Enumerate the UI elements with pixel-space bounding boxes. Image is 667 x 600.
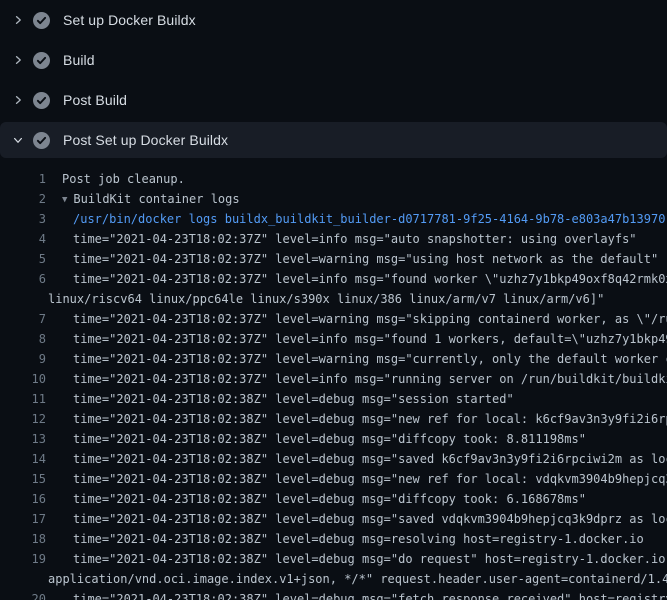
line-number[interactable]: 12 xyxy=(0,409,46,429)
log-row: 20 time="2021-04-23T18:02:38Z" level=debu… xyxy=(0,589,667,600)
log-row: 12 time="2021-04-23T18:02:38Z" level=debu… xyxy=(0,409,667,429)
log-command-text: /usr/bin/docker logs buildx_buildkit_bui… xyxy=(73,209,665,229)
log-line-text: time="2021-04-23T18:02:38Z" level=debug … xyxy=(73,509,667,529)
line-number[interactable]: 16 xyxy=(0,489,46,509)
log-line-text: time="2021-04-23T18:02:37Z" level=warnin… xyxy=(73,349,667,369)
log-row: 18 time="2021-04-23T18:02:38Z" level=debu… xyxy=(0,529,667,549)
line-number[interactable]: 20 xyxy=(0,589,46,600)
line-number[interactable]: 5 xyxy=(0,249,46,269)
log-row: 1 Post job cleanup. xyxy=(0,169,667,189)
line-number[interactable]: 8 xyxy=(0,329,46,349)
log-row: 10 time="2021-04-23T18:02:37Z" level=info… xyxy=(0,369,667,389)
log-line-text: time="2021-04-23T18:02:37Z" level=warnin… xyxy=(73,309,667,329)
log-row: application/vnd.oci.image.index.v1+json,… xyxy=(0,569,667,589)
log-row: 3/usr/bin/docker logs buildx_buildkit_bu… xyxy=(0,209,667,229)
line-number[interactable]: 17 xyxy=(0,509,46,529)
line-number[interactable]: 13 xyxy=(0,429,46,449)
line-number[interactable]: 4 xyxy=(0,229,46,249)
step-label: Set up Docker Buildx xyxy=(63,12,196,28)
step-label: Post Build xyxy=(63,92,127,108)
chevron-right-icon xyxy=(10,12,26,28)
log-row: 17 time="2021-04-23T18:02:38Z" level=debu… xyxy=(0,509,667,529)
log-row: 16 time="2021-04-23T18:02:38Z" level=debu… xyxy=(0,489,667,509)
log-line-text: time="2021-04-23T18:02:38Z" level=debug … xyxy=(73,429,586,449)
step-list: Set up Docker Buildx Build Post Build xyxy=(0,0,667,158)
line-number[interactable]: 10 xyxy=(0,369,46,389)
log-line-text: time="2021-04-23T18:02:38Z" level=debug … xyxy=(73,389,514,409)
line-number[interactable]: 19 xyxy=(0,549,46,569)
log-row: linux/riscv64 linux/ppc64le linux/s390x … xyxy=(0,289,667,309)
log-line-text: time="2021-04-23T18:02:37Z" level=info m… xyxy=(73,329,667,349)
log-line-text: time="2021-04-23T18:02:38Z" level=debug … xyxy=(73,489,586,509)
log-row: 14 time="2021-04-23T18:02:38Z" level=debu… xyxy=(0,449,667,469)
line-number[interactable]: 6 xyxy=(0,269,46,289)
log-line-text: linux/riscv64 linux/ppc64le linux/s390x … xyxy=(48,289,604,309)
log-line-text[interactable]: ▼ BuildKit container logs xyxy=(62,189,240,209)
line-number[interactable]: 9 xyxy=(0,349,46,369)
line-number[interactable]: 18 xyxy=(0,529,46,549)
line-number xyxy=(0,289,46,309)
log-row: 6 time="2021-04-23T18:02:37Z" level=info … xyxy=(0,269,667,289)
log-row: 7 time="2021-04-23T18:02:37Z" level=warni… xyxy=(0,309,667,329)
line-number[interactable]: 15 xyxy=(0,469,46,489)
log-row: 13 time="2021-04-23T18:02:38Z" level=debu… xyxy=(0,429,667,449)
log-line-text: Post job cleanup. xyxy=(62,169,185,189)
log-line-text: time="2021-04-23T18:02:38Z" level=debug … xyxy=(73,409,667,429)
log-output: 1 Post job cleanup. 2 ▼ BuildKit container l… xyxy=(0,158,667,600)
log-line-text: time="2021-04-23T18:02:38Z" level=debug … xyxy=(73,549,667,569)
log-row: 4 time="2021-04-23T18:02:37Z" level=info … xyxy=(0,229,667,249)
log-row: 8 time="2021-04-23T18:02:37Z" level=info … xyxy=(0,329,667,349)
log-row: 15 time="2021-04-23T18:02:38Z" level=debu… xyxy=(0,469,667,489)
log-row: 19 time="2021-04-23T18:02:38Z" level=debu… xyxy=(0,549,667,569)
line-number[interactable]: 14 xyxy=(0,449,46,469)
line-number[interactable]: 11 xyxy=(0,389,46,409)
log-line-text: application/vnd.oci.image.index.v1+json,… xyxy=(48,569,667,589)
success-check-icon xyxy=(33,92,50,109)
chevron-down-icon xyxy=(10,132,26,148)
actions-log-viewer: Set up Docker Buildx Build Post Build xyxy=(0,0,667,600)
group-title[interactable]: BuildKit container logs xyxy=(73,192,239,206)
log-line-text: time="2021-04-23T18:02:38Z" level=debug … xyxy=(73,529,644,549)
log-line-text: time="2021-04-23T18:02:37Z" level=warnin… xyxy=(73,249,658,269)
log-line-text: time="2021-04-23T18:02:37Z" level=info m… xyxy=(73,229,637,249)
log-line-text: time="2021-04-23T18:02:38Z" level=debug … xyxy=(73,449,667,469)
chevron-right-icon xyxy=(10,52,26,68)
step-row-build[interactable]: Build xyxy=(0,40,667,80)
line-number[interactable]: 7 xyxy=(0,309,46,329)
log-row: 2 ▼ BuildKit container logs xyxy=(0,189,667,209)
log-line-text: time="2021-04-23T18:02:38Z" level=debug … xyxy=(73,469,667,489)
success-check-icon xyxy=(33,52,50,69)
step-row-post-build[interactable]: Post Build xyxy=(0,80,667,120)
log-row: 5 time="2021-04-23T18:02:37Z" level=warni… xyxy=(0,249,667,269)
line-number[interactable]: 2 xyxy=(0,189,46,209)
log-row: 11 time="2021-04-23T18:02:38Z" level=debu… xyxy=(0,389,667,409)
triangle-down-icon[interactable]: ▼ xyxy=(62,190,67,209)
step-row-setup-docker-buildx[interactable]: Set up Docker Buildx xyxy=(0,0,667,40)
log-row: 9 time="2021-04-23T18:02:37Z" level=warni… xyxy=(0,349,667,369)
success-check-icon xyxy=(33,132,50,149)
line-number[interactable]: 1 xyxy=(0,169,46,189)
line-number xyxy=(0,569,46,589)
line-number[interactable]: 3 xyxy=(0,209,46,229)
log-line-text: time="2021-04-23T18:02:37Z" level=info m… xyxy=(73,269,667,289)
success-check-icon xyxy=(33,12,50,29)
log-line-text: time="2021-04-23T18:02:38Z" level=debug … xyxy=(73,589,667,600)
step-label: Post Set up Docker Buildx xyxy=(63,132,228,148)
log-line-text: time="2021-04-23T18:02:37Z" level=info m… xyxy=(73,369,667,389)
step-label: Build xyxy=(63,52,95,68)
step-row-post-setup-docker-buildx[interactable]: Post Set up Docker Buildx xyxy=(0,122,667,158)
chevron-right-icon xyxy=(10,92,26,108)
